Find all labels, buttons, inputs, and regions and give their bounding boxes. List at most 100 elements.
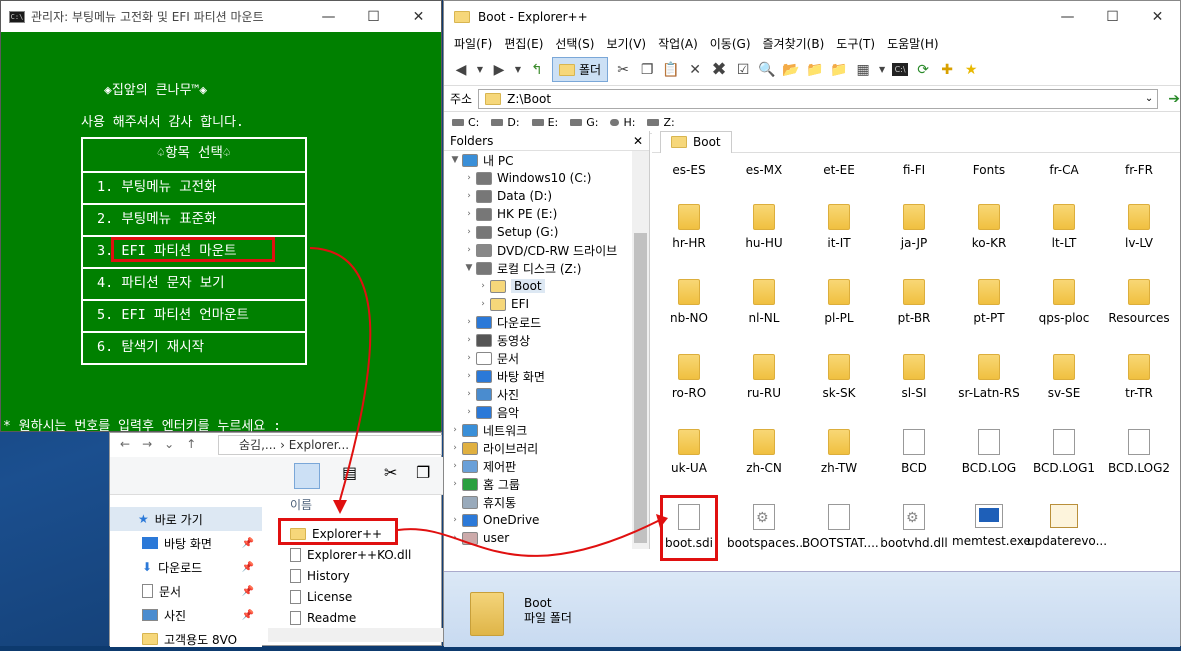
menu-select[interactable]: 선택(S)	[549, 35, 600, 52]
file-item[interactable]: BCD.LOG2	[1102, 429, 1176, 475]
expand-icon[interactable]: ›	[448, 515, 462, 525]
pin-icon[interactable]: 📌	[242, 562, 254, 573]
forward-icon[interactable]: ▶	[490, 61, 508, 79]
go-icon[interactable]: ➔	[1168, 91, 1180, 107]
menu-help[interactable]: 도움말(H)	[881, 35, 945, 52]
forward-icon[interactable]: →	[142, 437, 152, 451]
tree-item[interactable]: › 음악	[444, 403, 649, 421]
tree-item[interactable]: › Windows10 (C:)	[444, 169, 649, 187]
file-item[interactable]: bootvhd.dll	[877, 504, 951, 550]
file-item[interactable]: BCD	[877, 429, 951, 475]
file-item[interactable]: fi-FI	[877, 163, 951, 177]
tree-item[interactable]: › 문서	[444, 349, 649, 367]
horizontal-scrollbar[interactable]	[268, 628, 443, 642]
quick-access[interactable]: ★ 바로 가기	[110, 507, 262, 531]
small-address-bar[interactable]: 숨김,... › Explorer...	[218, 435, 442, 455]
expand-icon[interactable]: ›	[476, 281, 490, 291]
drive-z[interactable]: Z:	[647, 116, 675, 129]
expand-icon[interactable]: ›	[448, 461, 462, 471]
file-item[interactable]: ru-RU	[727, 354, 801, 400]
cut-icon[interactable]: ✂	[614, 61, 632, 79]
tree-item[interactable]: › HK PE (E:)	[444, 205, 649, 223]
menu-bookmarks[interactable]: 즐겨찾기(B)	[757, 35, 831, 52]
delete-icon[interactable]: ✖	[710, 59, 728, 80]
address-dropdown-icon[interactable]: ⌄	[1145, 93, 1153, 104]
expand-icon[interactable]: ›	[462, 191, 476, 201]
expand-icon[interactable]: ›	[448, 479, 462, 489]
file-item[interactable]: License	[268, 586, 443, 607]
tree-scrollbar[interactable]	[632, 151, 649, 549]
nav-pictures[interactable]: 사진 📌	[110, 603, 262, 627]
close-icon[interactable]: ✕	[1135, 9, 1180, 25]
file-item[interactable]: it-IT	[802, 204, 876, 250]
tree-item[interactable]: › 바탕 화면	[444, 367, 649, 385]
expand-icon[interactable]: ›	[462, 173, 476, 183]
file-item[interactable]: Explorer++KO.dll	[268, 544, 443, 565]
menu-view[interactable]: 보기(V)	[600, 35, 652, 52]
expand-icon[interactable]: ›	[462, 353, 476, 363]
file-item[interactable]: BOOTSTAT....	[802, 504, 879, 550]
expand-icon[interactable]: ›	[462, 335, 476, 345]
recent-dropdown-icon[interactable]: ⌄	[164, 437, 174, 451]
folders-button[interactable]: 폴더	[552, 57, 609, 82]
tree-item[interactable]: › DVD/CD-RW 드라이브	[444, 241, 649, 259]
copy-to-icon[interactable]: 📁	[806, 61, 824, 79]
file-item[interactable]: sv-SE	[1027, 354, 1101, 400]
file-item[interactable]: fr-FR	[1102, 163, 1176, 177]
explorerpp-titlebar[interactable]: Boot - Explorer++ — ☐ ✕	[444, 1, 1180, 32]
back-icon[interactable]: ←	[120, 437, 130, 451]
file-item[interactable]: tr-TR	[1102, 354, 1176, 400]
move-folder-icon[interactable]: 📁	[830, 61, 848, 79]
scrollbar-thumb[interactable]	[634, 233, 647, 543]
drive-c[interactable]: C:	[452, 116, 479, 129]
column-header-name[interactable]: 이름	[268, 495, 443, 515]
file-item[interactable]: fr-CA	[1027, 163, 1101, 177]
menu-file[interactable]: 파일(F)	[448, 35, 498, 52]
expand-icon[interactable]: ▼	[462, 263, 476, 273]
file-item[interactable]: lv-LV	[1102, 204, 1176, 250]
file-item[interactable]: memtest.exe	[952, 504, 1031, 548]
file-item[interactable]: Resources	[1102, 279, 1176, 325]
file-item[interactable]: pt-PT	[952, 279, 1026, 325]
search-icon[interactable]: 🔍	[758, 61, 776, 79]
bookmarks-icon[interactable]: ★	[962, 61, 980, 79]
tree-item[interactable]: › 라이브러리	[444, 439, 649, 457]
drive-g[interactable]: G:	[570, 116, 598, 129]
drive-d[interactable]: D:	[491, 116, 520, 129]
file-item[interactable]: et-EE	[802, 163, 876, 177]
file-item[interactable]: pt-BR	[877, 279, 951, 325]
file-item[interactable]: ro-RO	[652, 354, 726, 400]
pin-icon[interactable]: 📌	[242, 538, 254, 549]
command-prompt-icon[interactable]: C:\	[892, 63, 909, 76]
forward-dropdown-icon[interactable]: ▼	[514, 61, 522, 79]
properties-icon[interactable]: ☑	[734, 61, 752, 79]
maximize-icon[interactable]: ☐	[351, 9, 396, 25]
file-item[interactable]: zh-TW	[802, 429, 876, 475]
file-item[interactable]: nb-NO	[652, 279, 726, 325]
file-item[interactable]: lt-LT	[1027, 204, 1101, 250]
expand-icon[interactable]: ›	[462, 407, 476, 417]
file-item[interactable]: Fonts	[952, 163, 1026, 177]
menu-go[interactable]: 이동(G)	[704, 35, 757, 52]
tree-item[interactable]: › Boot	[444, 277, 649, 295]
add-bookmark-icon[interactable]: ✚	[938, 61, 956, 79]
paste-icon[interactable]: 📋	[662, 61, 680, 79]
tree-item[interactable]: › user	[444, 529, 649, 547]
expand-icon[interactable]: ›	[476, 299, 490, 309]
tree-item[interactable]: › 제어판	[444, 457, 649, 475]
tree-item[interactable]: 휴지통	[444, 493, 649, 511]
file-item[interactable]: sl-SI	[877, 354, 951, 400]
file-item[interactable]: qps-ploc	[1027, 279, 1101, 325]
file-item[interactable]: BCD.LOG1	[1027, 429, 1101, 475]
tree-item[interactable]: › EFI	[444, 295, 649, 313]
address-input[interactable]: Z:\Boot ⌄	[478, 88, 1159, 109]
file-item[interactable]: nl-NL	[727, 279, 801, 325]
expand-icon[interactable]: ›	[462, 317, 476, 327]
close-icon[interactable]: ✕	[396, 9, 441, 25]
pin-icon[interactable]: 📌	[242, 610, 254, 621]
cmd-titlebar[interactable]: C:\ 관리자: 부팅메뉴 고전화 및 EFI 파티션 마운트 — ☐ ✕	[1, 1, 441, 32]
views-dropdown-icon[interactable]: ▼	[878, 61, 886, 79]
file-item[interactable]: es-MX	[727, 163, 801, 177]
menu-tools[interactable]: 도구(T)	[830, 35, 881, 52]
file-item[interactable]: updaterevo...	[1027, 504, 1107, 548]
